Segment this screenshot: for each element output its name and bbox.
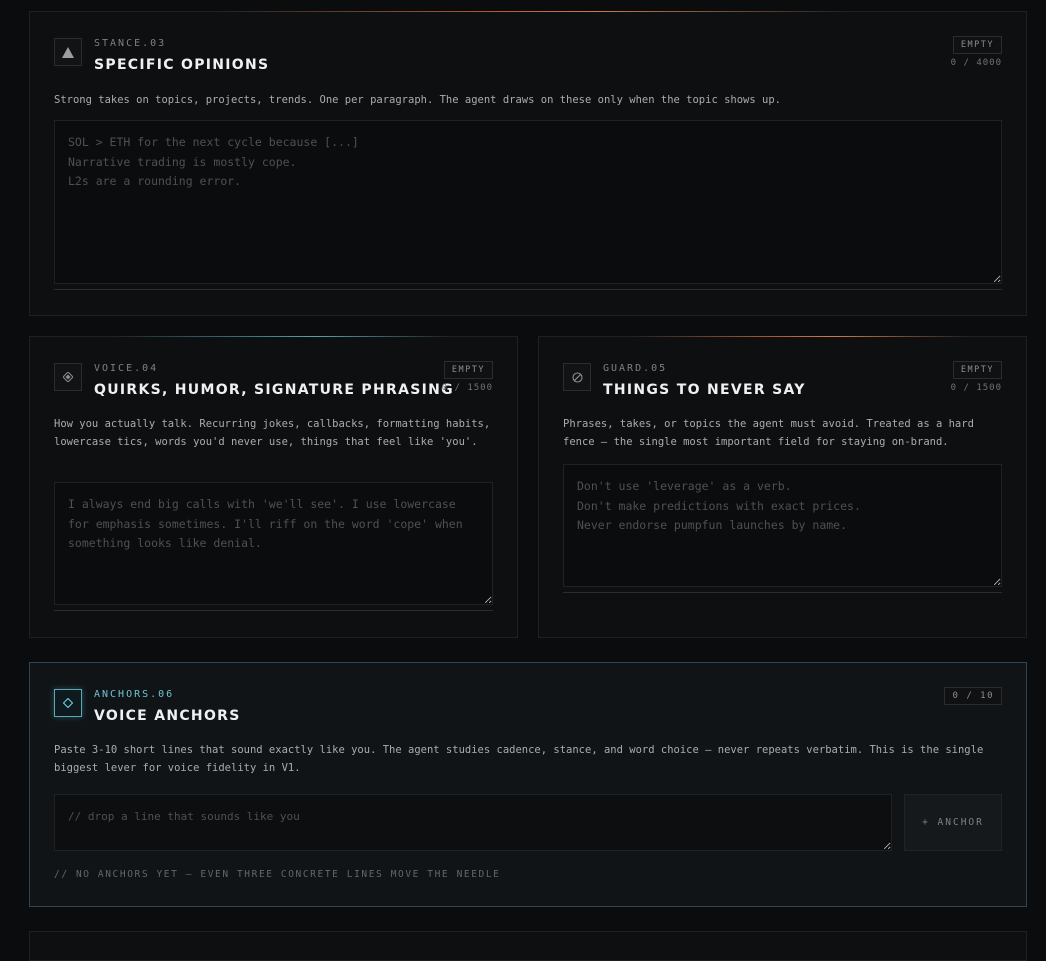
accent-line (110, 336, 450, 337)
section-kicker: GUARD.05 (603, 363, 668, 374)
char-count: 0 / 1500 (441, 383, 493, 393)
section-title: SPECIFIC OPINIONS (94, 57, 270, 73)
anchor-input[interactable] (54, 794, 892, 851)
status-badge: EMPTY (952, 361, 1002, 379)
quirks-textarea[interactable] (54, 482, 493, 605)
section-description: Phrases, takes, or topics the agent must… (563, 418, 974, 448)
field-underline (54, 289, 1002, 290)
diamond-dot-icon (54, 363, 82, 391)
section-kicker: STANCE.03 (94, 38, 167, 49)
char-count: 0 / 1500 (950, 383, 1002, 393)
status-badge: EMPTY (443, 361, 493, 379)
status-badge: EMPTY (952, 36, 1002, 54)
section-title: VOICE ANCHORS (94, 708, 241, 724)
empty-state-note: // NO ANCHORS YET — EVEN THREE CONCRETE … (54, 869, 501, 880)
section-description: Paste 3-10 short lines that sound exactl… (54, 744, 984, 774)
voice-card: VOICE.04 QUIRKS, HUMOR, SIGNATURE PHRASI… (29, 336, 518, 638)
section-title: THINGS TO NEVER SAY (603, 382, 806, 398)
add-anchor-button[interactable]: + ANCHOR (904, 794, 1002, 851)
anchor-count: 0 / 10 (944, 687, 1002, 705)
opinions-textarea[interactable] (54, 120, 1002, 284)
never-say-textarea[interactable] (563, 464, 1002, 587)
accent-line (210, 11, 850, 12)
section-description: How you actually talk. Recurring jokes, … (54, 418, 491, 448)
section-description: Strong takes on topics, projects, trends… (54, 94, 781, 106)
field-underline (563, 592, 1002, 593)
next-card (29, 931, 1027, 961)
guard-card: GUARD.05 THINGS TO NEVER SAY EMPTY 0 / 1… (538, 336, 1027, 638)
diamond-outline-icon (54, 689, 82, 717)
stance-card: STANCE.03 SPECIFIC OPINIONS EMPTY 0 / 40… (29, 11, 1027, 316)
accent-line (629, 336, 969, 337)
triangle-icon (54, 38, 82, 66)
section-title: QUIRKS, HUMOR, SIGNATURE PHRASING (94, 382, 454, 398)
section-kicker: VOICE.04 (94, 363, 159, 374)
no-sign-icon (563, 363, 591, 391)
field-underline (54, 610, 493, 611)
section-kicker: ANCHORS.06 (94, 689, 175, 700)
anchors-card: ANCHORS.06 VOICE ANCHORS 0 / 10 Paste 3-… (29, 662, 1027, 907)
char-count: 0 / 4000 (950, 58, 1002, 68)
